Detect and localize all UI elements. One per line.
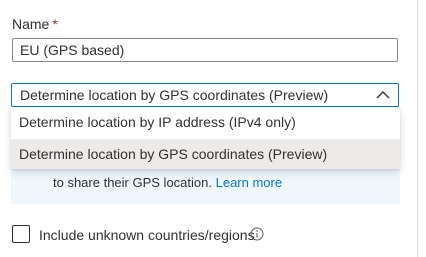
learn-more-link[interactable]: Learn more bbox=[216, 175, 282, 190]
name-label-text: Name bbox=[12, 16, 50, 32]
option-ip-address[interactable]: Determine location by IP address (IPv4 o… bbox=[11, 107, 400, 138]
name-field-label: Name * bbox=[12, 16, 58, 32]
include-unknown-label[interactable]: Include unknown countries/regions bbox=[39, 227, 255, 243]
named-location-form: Name* to share their GPS location. Learn… bbox=[0, 0, 426, 257]
info-panel-text: to share their GPS location. Learn more bbox=[53, 175, 282, 190]
info-text: to share their GPS location. bbox=[53, 175, 212, 190]
info-circle-icon[interactable] bbox=[250, 227, 264, 241]
location-method-dropdown: Determine location by IP address (IPv4 o… bbox=[11, 107, 400, 169]
option-gps-coordinates[interactable]: Determine location by GPS coordinates (P… bbox=[11, 139, 400, 169]
name-input[interactable] bbox=[12, 38, 398, 62]
location-method-selected-value: Determine location by GPS coordinates (P… bbox=[20, 87, 329, 103]
required-marker: * bbox=[52, 16, 58, 32]
chevron-up-icon[interactable] bbox=[376, 89, 390, 101]
panel-divider bbox=[417, 0, 418, 257]
include-unknown-checkbox[interactable] bbox=[12, 225, 30, 243]
location-method-select[interactable]: Determine location by GPS coordinates (P… bbox=[11, 83, 399, 107]
